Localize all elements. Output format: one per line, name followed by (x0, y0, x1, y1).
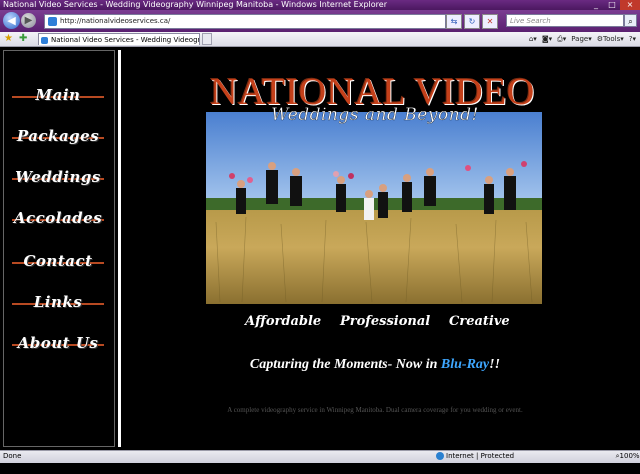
nav-links[interactable]: Links (8, 290, 108, 314)
window-controls: _ □ × (588, 0, 640, 10)
stop-icon: ✕ (486, 17, 494, 26)
help-icon[interactable]: ?▾ (629, 33, 636, 45)
blu-ray-headline: Capturing the Moments- Now in Blu-Ray!! (200, 356, 550, 374)
compatibility-button[interactable]: ⇆ (446, 14, 462, 29)
status-text: Done (3, 452, 22, 460)
search-icon: ⌕ (628, 17, 633, 26)
nav-divider (118, 50, 121, 447)
home-icon[interactable]: ⌂▾ (529, 33, 537, 45)
nav-label: Main (35, 86, 81, 104)
nav-weddings[interactable]: Weddings (8, 165, 108, 189)
value-creative: Creative (449, 314, 510, 329)
nav-packages[interactable]: Packages (8, 124, 108, 148)
zone-label: Internet | Protected Mode: On (436, 452, 515, 472)
tab-page-icon (41, 36, 48, 44)
headline-suffix: !! (489, 357, 501, 372)
nav-label: Accolades (13, 209, 103, 227)
nav-accolades[interactable]: Accolades (8, 206, 108, 230)
value-professional: Professional (340, 314, 431, 329)
browser-tab[interactable]: National Video Services - Wedding Videog… (38, 33, 200, 45)
nav-about-us[interactable]: About Us (8, 331, 108, 355)
close-button[interactable]: × (620, 0, 640, 10)
nav-label: Packages (16, 127, 100, 145)
tools-menu[interactable]: ⚙Tools▾ (597, 33, 624, 45)
print-icon[interactable]: ⎙▾ (557, 33, 566, 45)
compatibility-icon: ⇆ (450, 17, 458, 26)
zoom-label: 100% (619, 452, 640, 460)
title-bar: National Video Services - Wedding Videog… (0, 0, 640, 10)
nav-controls: ⇆ ↻ ✕ (446, 14, 498, 29)
tab-title: National Video Services - Wedding Videog… (51, 36, 199, 44)
page-menu[interactable]: Page▾ (571, 33, 591, 45)
back-button[interactable]: ◀ (3, 12, 20, 29)
forward-arrow-icon: ▶ (24, 15, 33, 26)
page-menu-label: Page (571, 35, 589, 43)
nav-contact[interactable]: Contact (8, 249, 108, 273)
back-arrow-icon: ◀ (7, 14, 16, 27)
nav-label: Weddings (15, 168, 101, 186)
feeds-icon[interactable]: ◙▾ (542, 33, 552, 45)
minimize-button[interactable]: _ (588, 0, 604, 10)
new-tab-button[interactable] (202, 33, 212, 45)
ie-page-icon (48, 17, 57, 26)
value-affordable: Affordable (245, 314, 322, 329)
window-title: National Video Services - Wedding Videog… (3, 0, 387, 9)
hero-photo (206, 112, 542, 304)
refresh-icon: ↻ (468, 17, 476, 26)
service-description: A complete videography service in Winnip… (227, 406, 523, 414)
nav-label: Contact (23, 252, 93, 270)
stop-button[interactable]: ✕ (482, 14, 498, 29)
address-url: http://nationalvideoservices.ca/ (60, 17, 171, 25)
security-zone[interactable]: Internet | Protected Mode: On (436, 450, 530, 474)
blu-ray-text: Blu-Ray (440, 357, 490, 372)
refresh-button[interactable]: ↻ (464, 14, 480, 29)
globe-icon (436, 452, 444, 460)
zoom-level[interactable]: ⌕100% ▾ (616, 450, 640, 474)
nav-main[interactable]: Main (8, 83, 108, 107)
headline-prefix: Capturing the Moments- Now in (249, 357, 441, 372)
address-bar[interactable]: http://nationalvideoservices.ca/ (44, 14, 446, 29)
wedding-party-photo (206, 112, 542, 304)
nav-label: Links (33, 293, 83, 311)
nav-label: About Us (17, 334, 99, 352)
forward-button[interactable]: ▶ (21, 13, 36, 28)
maximize-button[interactable]: □ (604, 0, 620, 10)
status-zone: Internet | Protected Mode: On ⌕100% ▾ (436, 450, 640, 474)
add-favorites-icon[interactable]: ✚ (19, 33, 27, 45)
tools-menu-label: Tools (603, 35, 621, 43)
command-bar: ⌂▾ ◙▾ ⎙▾ Page▾ ⚙Tools▾ ?▾ (529, 33, 636, 45)
favorites-star-icon[interactable]: ★ (4, 33, 13, 45)
search-input[interactable]: Live Search (506, 14, 624, 27)
site-tagline: Weddings and Beyond! (271, 105, 479, 125)
search-button[interactable]: ⌕ (624, 14, 637, 27)
